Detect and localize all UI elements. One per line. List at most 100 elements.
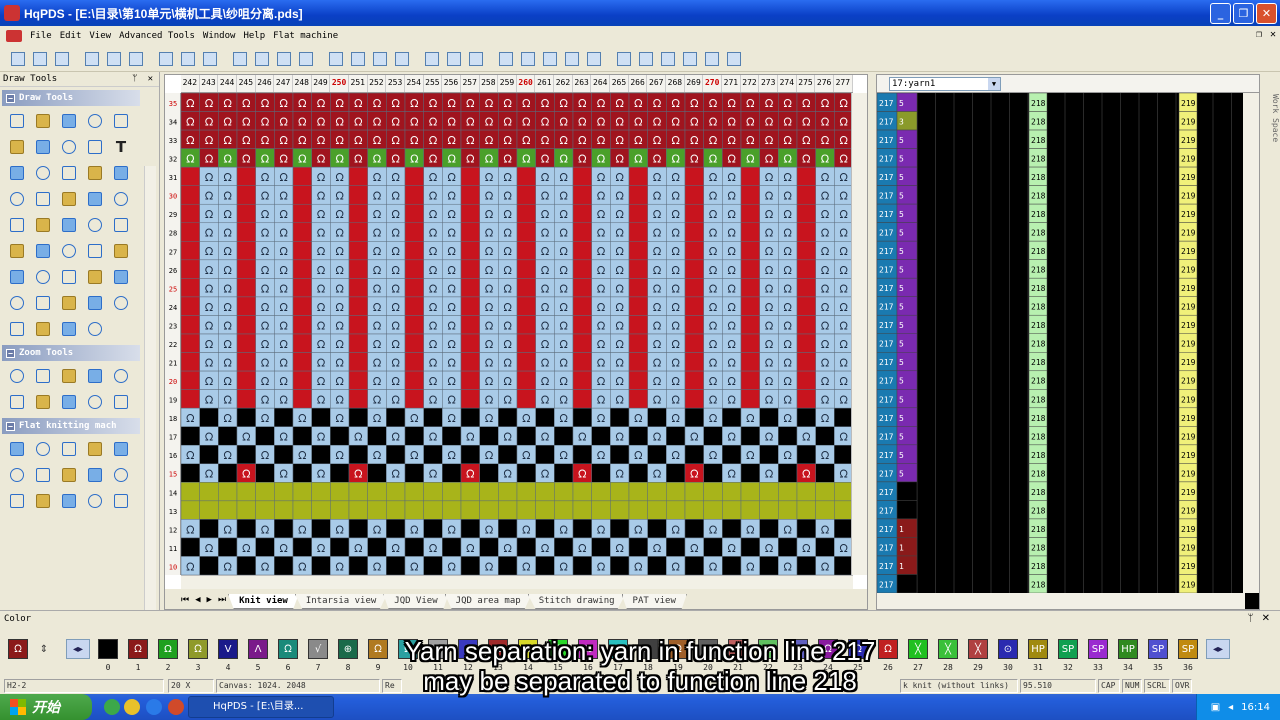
stitch-cell[interactable] [404,315,424,335]
tool-button[interactable] [4,290,30,316]
stitch-cell[interactable] [535,500,555,520]
stitch-cell[interactable] [460,407,480,427]
stitch-cell[interactable] [255,537,275,557]
color-swatch[interactable]: Λ [248,639,268,659]
tool-button[interactable] [30,436,56,462]
stitch-cell[interactable] [684,444,704,465]
stitch-cell[interactable] [292,259,312,279]
tool-button[interactable] [108,108,134,134]
stitch-cell[interactable] [815,537,835,557]
stitch-cell[interactable] [218,482,238,502]
stitch-cell[interactable] [255,482,275,502]
tool-button[interactable] [30,238,56,264]
stitch-cell[interactable] [572,519,592,539]
tool-group-header[interactable]: − Flat knitting mach [2,418,140,434]
stitch-cell[interactable] [181,370,200,390]
stitch-cell[interactable] [796,407,816,427]
toolbar-button-30[interactable] [724,49,744,69]
menu-advanced-tools[interactable]: Advanced Tools [119,31,195,41]
stitch-cell[interactable] [199,407,219,427]
color-swatch[interactable]: ᘯ [788,639,808,659]
stitch-cell[interactable] [330,463,350,483]
stitch-cell[interactable] [628,463,648,483]
toolbar-button-12[interactable] [296,49,316,69]
stitch-cell[interactable] [330,426,350,446]
stitch-cell[interactable] [628,315,648,335]
toolbar-button-17[interactable] [422,49,442,69]
toolbar-button-2[interactable] [52,49,72,69]
minimize-button[interactable]: _ [1210,3,1231,24]
stitch-cell[interactable] [404,241,424,261]
stitch-cell[interactable] [367,463,387,483]
tool-button[interactable] [108,436,134,462]
stitch-cell[interactable] [554,482,574,502]
stitch-cell[interactable] [684,259,704,279]
color-swatch[interactable]: ╳ [938,639,958,659]
stitch-cell[interactable] [386,556,406,575]
stitch-cell[interactable] [348,278,368,298]
toolbar-button-4[interactable] [104,49,124,69]
stitch-cell[interactable] [274,519,294,539]
color-swatch[interactable]: ᘯ [608,639,628,659]
stitch-cell[interactable] [516,222,536,242]
stitch-cell[interactable] [386,482,406,502]
stitch-cell[interactable] [236,352,256,372]
collapse-icon[interactable]: − [6,421,15,431]
stitch-cell[interactable] [236,259,256,279]
color-swatch[interactable]: ᘯ [728,639,748,659]
stitch-cell[interactable] [535,444,555,465]
volume-icon[interactable]: ◂ [1228,702,1233,713]
knit-pattern-grid[interactable]: ᘯᘯᘯᘯᘯᘯᘯᘯᘯᘯᘯᘯᘯᘯᘯᘯᘯᘯᘯᘯᘯᘯᘯᘯᘯᘯᘯᘯᘯᘯᘯᘯᘯᘯᘯᘯᘯᘯᘯᘯ… [181,93,853,575]
current-color-swatch[interactable]: ᘯ [8,639,28,659]
toolbar-button-6[interactable] [156,49,176,69]
stitch-cell[interactable] [236,370,256,390]
tool-button[interactable] [30,264,56,290]
tool-button[interactable] [108,462,134,488]
stitch-cell[interactable] [722,444,742,465]
stitch-cell[interactable] [218,500,238,520]
toolbar-button-3[interactable] [82,49,102,69]
color-swatch[interactable]: SP [1148,639,1168,659]
stitch-cell[interactable] [535,519,555,539]
stitch-cell[interactable] [740,315,760,335]
stitch-cell[interactable] [740,241,760,261]
stitch-cell[interactable] [535,407,555,427]
stitch-cell[interactable] [423,407,443,427]
color-swatch[interactable]: Ω [158,639,178,659]
tool-button[interactable] [4,160,30,186]
stitch-cell[interactable] [404,370,424,390]
tool-button[interactable] [108,186,134,212]
stitch-cell[interactable] [348,500,368,520]
stitch-cell[interactable] [498,407,518,427]
next-colors-icon[interactable]: ◂▸ [1206,639,1230,659]
stitch-cell[interactable] [274,556,294,575]
stitch-cell[interactable] [572,500,592,520]
color-close-icon[interactable]: ✕ [1262,613,1270,624]
stitch-cell[interactable] [516,500,536,520]
stitch-cell[interactable] [236,222,256,242]
color-swatch[interactable]: ⊕ [338,639,358,659]
stitch-cell[interactable] [348,444,368,465]
color-swatch[interactable]: ᘯ [458,639,478,659]
stitch-cell[interactable] [442,463,462,483]
stitch-cell[interactable] [796,352,816,372]
tool-button[interactable] [56,290,82,316]
stitch-cell[interactable] [181,315,200,335]
stitch-cell[interactable] [740,482,760,502]
color-swatch[interactable]: ⊙ [998,639,1018,659]
pin-icon[interactable]: ᛘ [132,74,137,84]
stitch-cell[interactable] [572,296,592,316]
stitch-cell[interactable] [460,482,480,502]
stitch-cell[interactable] [292,166,312,186]
stitch-cell[interactable] [516,241,536,261]
toolbar-button-5[interactable] [126,49,146,69]
menu-view[interactable]: View [89,31,111,41]
color-swatch[interactable]: ᘯ [518,639,538,659]
yarn-horizontal-scrollbar[interactable] [877,593,1245,609]
stitch-cell[interactable] [759,444,779,465]
stitch-cell[interactable] [628,352,648,372]
stitch-cell[interactable] [516,463,536,483]
stitch-cell[interactable] [722,556,742,575]
stitch-cell[interactable] [292,500,312,520]
stitch-cell[interactable] [348,241,368,261]
